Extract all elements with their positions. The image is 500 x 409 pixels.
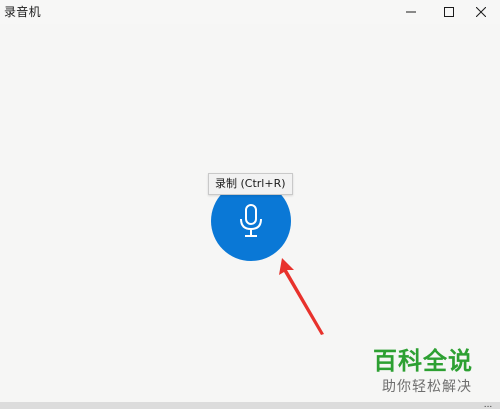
maximize-icon [444,7,454,17]
app-title: 录音机 [4,5,41,19]
more-icon[interactable]: ... [478,402,498,409]
watermark: 百科全说 助你轻松解决 [370,346,494,401]
recorder-window: 录音机 录制 (Ctrl+R) 百科全说 助你轻松解决 ... [0,0,500,409]
bottom-strip [0,402,500,409]
close-button[interactable] [462,0,500,24]
minimize-button[interactable] [392,0,430,24]
title-bar[interactable]: 录音机 [0,0,500,24]
record-tooltip: 录制 (Ctrl+R) [208,173,293,195]
watermark-title: 百科全说 [373,347,473,375]
close-icon [476,7,486,17]
minimize-icon [406,11,416,13]
red-arrow-annotation [279,258,324,335]
watermark-subtitle: 助你轻松解决 [382,379,472,395]
microphone-icon [240,204,262,237]
